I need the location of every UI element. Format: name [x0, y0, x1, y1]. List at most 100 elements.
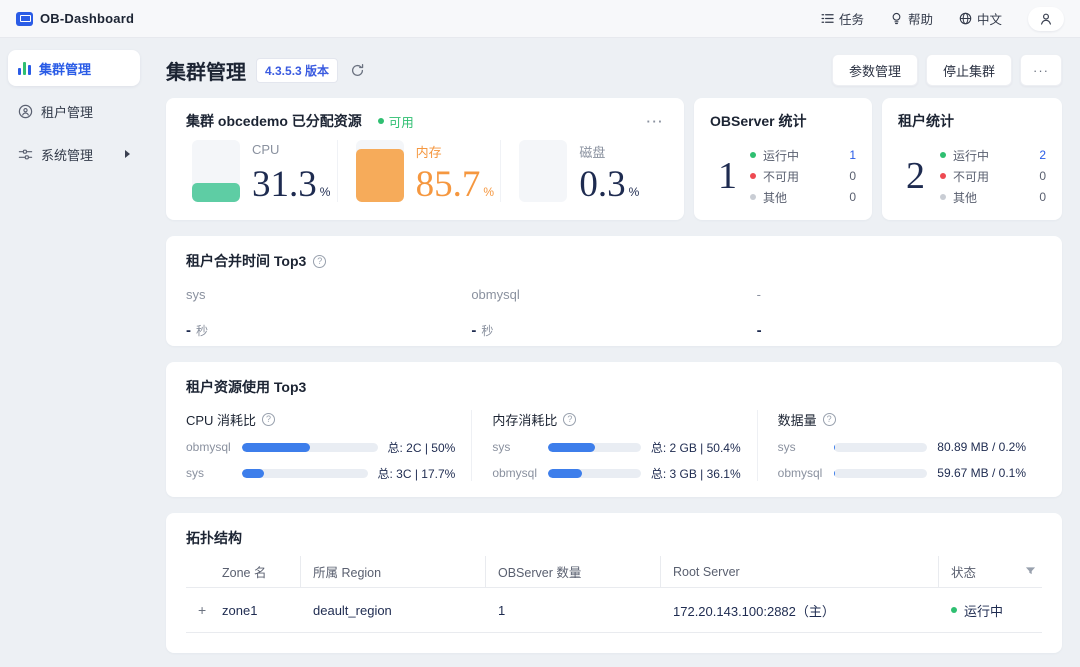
usage-row: obmysql 总: 3 GB | 36.1% — [492, 465, 740, 481]
page-header: 集群管理 4.3.5.3 版本 参数管理 停止集群 ··· — [166, 50, 1062, 90]
zone-cell: zone1 — [222, 588, 300, 632]
usage-row: obmysql 总: 2C | 50% — [186, 439, 455, 455]
gauge-value: 31.3 — [252, 169, 317, 200]
user-avatar[interactable] — [1028, 7, 1064, 31]
memory-gauge-bar — [356, 140, 404, 202]
refresh-icon — [350, 63, 365, 78]
cluster-resource-card: 集群 obcedemo 已分配资源 可用 ··· CPU 31.3% — [166, 98, 684, 220]
usage-section-memory: 内存消耗比? sys 总: 2 GB | 50.4% obmysql 总: 3 … — [471, 410, 756, 481]
progress-bar — [834, 469, 928, 478]
legend-row-unavailable: 不可用0 — [940, 168, 1046, 184]
progress-bar — [548, 443, 641, 452]
observer-card-title: OBServer 统计 — [710, 111, 856, 131]
progress-bar — [834, 443, 928, 452]
tenant-usage-card: 租户资源使用 Top3 CPU 消耗比? obmysql 总: 2C | 50%… — [166, 362, 1062, 497]
table-header: Zone 名 所属 Region OBServer 数量 Root Server… — [186, 556, 1042, 588]
sliders-icon — [18, 147, 33, 162]
gray-dot — [940, 194, 946, 200]
topology-card: 拓扑结构 Zone 名 所属 Region OBServer 数量 Root S… — [166, 513, 1062, 653]
status-dot — [951, 607, 957, 613]
gauge-memory: 内存 85.7% — [337, 140, 501, 202]
tasks-menu-item[interactable]: 任务 — [821, 9, 864, 28]
observer-legend: 运行中1 不可用0 其他0 — [750, 147, 856, 205]
filter-icon[interactable] — [1025, 566, 1036, 577]
legend-row-other: 其他0 — [750, 189, 856, 205]
progress-bar — [242, 443, 378, 452]
col-zone: Zone 名 — [222, 556, 300, 587]
gauge-cpu: CPU 31.3% — [186, 140, 337, 202]
sidebar: 集群管理 租户管理 系统管理 — [0, 38, 148, 667]
sidebar-item-system[interactable]: 系统管理 — [8, 136, 140, 172]
gauge-value: 0.3 — [579, 169, 625, 200]
question-icon[interactable]: ? — [563, 413, 576, 426]
globe-icon — [959, 12, 972, 25]
merge-time-card: 租户合并时间 Top3 ? sys -秒 obmysql -秒 - - — [166, 236, 1062, 346]
usage-section-cpu: CPU 消耗比? obmysql 总: 2C | 50% sys 总: 3C |… — [186, 410, 471, 481]
person-icon — [1039, 12, 1053, 26]
resource-card-more-button[interactable]: ··· — [647, 114, 665, 129]
legend-row-unavailable: 不可用0 — [750, 168, 856, 184]
usage-sections: CPU 消耗比? obmysql 总: 2C | 50% sys 总: 3C |… — [186, 410, 1042, 481]
gray-dot — [750, 194, 756, 200]
stats-row: 集群 obcedemo 已分配资源 可用 ··· CPU 31.3% — [166, 98, 1062, 220]
refresh-button[interactable] — [350, 63, 365, 78]
usage-row: sys 总: 2 GB | 50.4% — [492, 439, 740, 455]
sidebar-item-cluster[interactable]: 集群管理 — [8, 50, 140, 86]
col-status: 状态 — [938, 556, 1042, 587]
usage-row: sys 80.89 MB / 0.2% — [778, 439, 1026, 455]
sidebar-item-tenant[interactable]: 租户管理 — [8, 93, 140, 129]
observer-total: 1 — [718, 157, 737, 195]
col-observer-count: OBServer 数量 — [485, 556, 660, 587]
help-bulb-icon — [890, 12, 903, 25]
question-icon[interactable]: ? — [262, 413, 275, 426]
usage-row: sys 总: 3C | 17.7% — [186, 465, 455, 481]
tenant-card-title: 租户统计 — [898, 111, 1046, 131]
gauge-value: 85.7 — [416, 169, 481, 200]
more-actions-button[interactable]: ··· — [1020, 54, 1062, 86]
region-cell: deault_region — [300, 588, 485, 632]
app-logo: OB-Dashboard — [16, 11, 134, 26]
green-dot — [750, 152, 756, 158]
merge-item: obmysql -秒 — [471, 287, 756, 339]
question-icon[interactable]: ? — [313, 255, 326, 268]
status-cell: 运行中 — [938, 588, 1042, 632]
tenant-icon — [18, 104, 33, 119]
tenant-stats-card: 租户统计 2 运行中2 不可用0 其他0 — [882, 98, 1062, 220]
cpu-gauge-bar — [192, 140, 240, 202]
help-menu-item[interactable]: 帮助 — [890, 9, 933, 28]
page-title: 集群管理 — [166, 56, 246, 85]
observer-count-cell: 1 — [485, 588, 660, 632]
usage-section-data: 数据量? sys 80.89 MB / 0.2% obmysql 59.67 M… — [757, 410, 1042, 481]
language-menu-item[interactable]: 中文 — [959, 9, 1002, 28]
disk-gauge-bar — [519, 140, 567, 202]
usage-row: obmysql 59.67 MB / 0.1% — [778, 465, 1026, 481]
version-badge: 4.3.5.3 版本 — [256, 58, 338, 83]
bar-chart-icon — [18, 62, 31, 75]
expand-row-button[interactable]: + — [186, 602, 206, 618]
task-list-icon — [821, 12, 834, 25]
main-content: 集群管理 4.3.5.3 版本 参数管理 停止集群 ··· 集群 obcedem… — [148, 38, 1080, 667]
root-server-cell: 172.20.143.100:2882（主） — [660, 588, 938, 632]
stop-cluster-button[interactable]: 停止集群 — [926, 54, 1012, 86]
red-dot — [750, 173, 756, 179]
observer-stats-card: OBServer 统计 1 运行中1 不可用0 其他0 — [694, 98, 872, 220]
chevron-right-icon — [125, 150, 130, 158]
progress-bar — [548, 469, 641, 478]
tenant-legend: 运行中2 不可用0 其他0 — [940, 147, 1046, 205]
tenant-total: 2 — [906, 157, 925, 195]
sidebar-item-label: 集群管理 — [39, 59, 91, 78]
ob-logo-icon — [16, 12, 33, 26]
cluster-status-badge: 可用 — [378, 112, 414, 131]
params-manage-button[interactable]: 参数管理 — [832, 54, 918, 86]
col-region: 所属 Region — [300, 556, 485, 587]
sidebar-item-label: 租户管理 — [41, 102, 93, 121]
question-icon[interactable]: ? — [823, 413, 836, 426]
gauge-disk: 磁盘 0.3% — [500, 140, 664, 202]
progress-bar — [242, 469, 368, 478]
resource-card-title: 集群 obcedemo 已分配资源 — [186, 111, 362, 131]
col-root-server: Root Server — [660, 556, 938, 587]
legend-row-running: 运行中2 — [940, 147, 1046, 163]
status-dot — [378, 118, 384, 124]
gauge-label: 内存 — [416, 142, 494, 161]
legend-row-running: 运行中1 — [750, 147, 856, 163]
